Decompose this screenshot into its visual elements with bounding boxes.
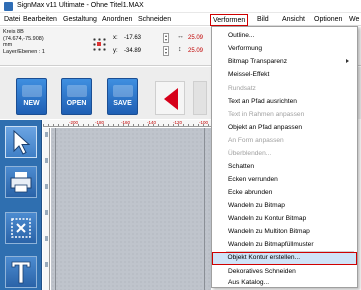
- menu-item-text-in-rahmen: Text in Rahmen anpassen: [228, 111, 305, 118]
- pointer-icon: [13, 129, 31, 155]
- menu-item-label: Bitmap Transparenz: [228, 58, 288, 65]
- window-title: SignMax v11 Ultimate - Ohne Titel1.MAX: [17, 2, 144, 9]
- y-value[interactable]: -34.89: [124, 48, 141, 54]
- ruler-tick-label: -180: [95, 120, 105, 125]
- back-arrow-icon: [164, 88, 178, 110]
- menu-item-rundsatz: Rundsatz: [228, 85, 256, 92]
- menu-item-schatten[interactable]: Schatten: [212, 160, 357, 173]
- ruler-tick-label: -160: [121, 120, 131, 125]
- object-info: Kreis 8B (74.674,-75.908) mm Layer/Ebene…: [3, 29, 81, 63]
- toolbar-extra-button[interactable]: [193, 81, 207, 115]
- menu-anordnen[interactable]: Anordnen: [102, 16, 132, 23]
- menu-ansicht[interactable]: Ansicht: [282, 16, 305, 23]
- menu-item-an-form: An Form anpassen: [228, 137, 284, 144]
- ruler-tick-label: -200: [69, 120, 79, 125]
- menu-item-ecke-abrunden[interactable]: Ecke abrunden: [212, 186, 357, 199]
- x-value[interactable]: -17.63: [124, 35, 141, 41]
- menu-bild[interactable]: Bild: [257, 16, 269, 23]
- menu-item-ecken-verrunden[interactable]: Ecken verrunden: [212, 173, 357, 186]
- select-tool-button[interactable]: [5, 126, 37, 158]
- width-value[interactable]: 25.09: [188, 35, 203, 41]
- height-icon: ↕: [178, 46, 182, 53]
- printer-tool-button[interactable]: [5, 166, 37, 198]
- unit-label: mm: [3, 42, 13, 49]
- verformen-menu: Outline... Verformung Bitmap Transparenz…: [211, 26, 358, 288]
- text-tool-button[interactable]: [5, 256, 37, 288]
- object-name: Kreis 8B: [3, 29, 24, 35]
- layer-label: Layer/Ebenen : 1: [3, 48, 45, 55]
- menu-item-bitmap-transparenz[interactable]: Bitmap Transparenz: [212, 55, 357, 68]
- ruler-tick-label: -100: [199, 120, 209, 125]
- menu-schneiden[interactable]: Schneiden: [138, 16, 171, 23]
- back-arrow-button[interactable]: [155, 81, 185, 115]
- menu-item-wandeln-kontur-bitmap[interactable]: Wandeln zu Kontur Bitmap: [212, 212, 357, 225]
- menu-optionen[interactable]: Optionen: [314, 16, 342, 23]
- ruler-tick-label: -140: [147, 120, 157, 125]
- menu-item-wandeln-bitmapfuellmuster[interactable]: Wandeln zu Bitmapfüllmuster: [212, 238, 357, 251]
- menu-bearbeiten[interactable]: Bearbeiten: [23, 16, 57, 23]
- crop-tool-button[interactable]: [5, 212, 37, 244]
- y-label: y:: [113, 48, 118, 54]
- open-button-label: OPEN: [66, 100, 87, 107]
- object-position: (74.674,-75.908): [3, 35, 44, 42]
- page-area: [55, 128, 205, 290]
- menu-item-ueberblenden: Überblenden...: [228, 150, 272, 157]
- menu-datei[interactable]: Datei: [4, 16, 20, 23]
- menu-verformen[interactable]: Verformen: [210, 14, 249, 26]
- new-button-label: NEW: [23, 100, 40, 107]
- y-stepper[interactable]: [163, 46, 169, 56]
- x-label: x:: [113, 35, 118, 41]
- title-bar: SignMax v11 Ultimate - Ohne Titel1.MAX: [0, 0, 361, 13]
- menu-item-outline[interactable]: Outline...: [212, 29, 357, 42]
- text-icon: [11, 261, 31, 284]
- open-button[interactable]: OPEN: [61, 78, 92, 115]
- toolbox: [0, 120, 42, 290]
- horizontal-ruler: -200 -180 -160 -140 -120 -100: [43, 120, 211, 127]
- menu-item-wandeln-multiton-bitmap[interactable]: Wandeln zu Multiton Bitmap: [212, 225, 357, 238]
- drawing-canvas[interactable]: [51, 128, 211, 290]
- menu-item-objekt-kontur-erstellen[interactable]: Objekt Kontur erstellen...: [212, 252, 357, 265]
- menu-item-objekt-an-pfad[interactable]: Objekt an Pfad anpassen: [212, 121, 357, 134]
- height-value[interactable]: 25.09: [188, 48, 203, 54]
- menu-item-wandeln-bitmap[interactable]: Wandeln zu Bitmap: [212, 199, 357, 212]
- menu-item-aus-katalog[interactable]: Aus Katalog...: [212, 276, 357, 289]
- app-icon: [4, 2, 13, 11]
- menu-gestaltung[interactable]: Gestaltung: [63, 16, 97, 23]
- x-stepper[interactable]: [163, 33, 169, 43]
- ruler-tick-label: -120: [173, 120, 183, 125]
- save-button-label: SAVE: [113, 100, 132, 107]
- menu-bar: Datei Bearbeiten Gestaltung Anordnen Sch…: [0, 14, 361, 26]
- menu-we[interactable]: We: [349, 16, 359, 23]
- menu-item-text-an-pfad[interactable]: Text an Pfad ausrichten: [212, 95, 357, 108]
- menu-item-meissel-effekt[interactable]: Meissel-Effekt: [212, 68, 357, 81]
- new-button[interactable]: NEW: [16, 78, 47, 115]
- submenu-arrow-icon: [346, 59, 349, 63]
- save-button[interactable]: SAVE: [107, 78, 138, 115]
- reference-point-icon[interactable]: [92, 37, 106, 51]
- crop-icon: [11, 218, 31, 238]
- printer-icon: [10, 172, 32, 193]
- vertical-ruler: [43, 128, 50, 290]
- menu-item-verformung[interactable]: Verformung: [212, 42, 357, 55]
- width-icon: ↔: [177, 33, 184, 40]
